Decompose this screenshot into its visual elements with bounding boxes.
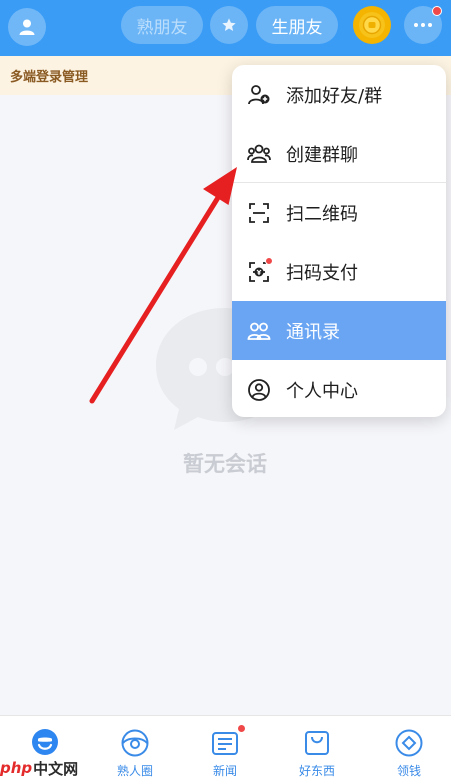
menu-item-label: 添加好友/群 (286, 85, 383, 107)
star-button[interactable] (210, 6, 248, 44)
tab-stranger-friends[interactable]: 生朋友 (256, 6, 338, 44)
menu-item-label: 扫码支付 (286, 262, 358, 284)
avatar-button[interactable] (8, 8, 46, 46)
menu-item-profile[interactable]: 个人中心 (232, 360, 446, 417)
nav-label: 新闻 (212, 764, 237, 778)
coin-button[interactable] (353, 6, 391, 44)
nav-item-money[interactable]: 领钱 (364, 716, 451, 778)
nav-item-moments[interactable]: 熟人圈 (90, 716, 180, 778)
tab-stranger-label: 生朋友 (271, 17, 323, 38)
popup-menu: 添加好友/群 创建群聊 扫二维码 扫码支付 通讯录 个人中心 (232, 65, 446, 417)
group-icon (247, 142, 271, 166)
menu-item-scan-qr[interactable]: 扫二维码 (232, 183, 446, 242)
scan-pay-badge (265, 256, 273, 265)
news-icon (210, 724, 246, 758)
menu-item-label: 创建群聊 (286, 144, 358, 166)
chat-icon (30, 728, 60, 758)
menu-item-create-group[interactable]: 创建群聊 (232, 124, 446, 183)
contacts-icon (247, 319, 271, 343)
add-user-icon (247, 83, 271, 107)
menu-item-contacts[interactable]: 通讯录 (232, 301, 446, 360)
top-bar: 熟朋友 生朋友 (0, 0, 451, 56)
menu-item-scan-pay[interactable]: 扫码支付 (232, 242, 446, 301)
notification-dot (432, 6, 442, 16)
more-dots-icon (414, 23, 432, 27)
news-badge (237, 724, 246, 733)
user-icon (19, 19, 35, 35)
scan-icon (247, 201, 271, 225)
menu-item-label: 个人中心 (286, 380, 358, 402)
banner-text: 多端登录管理 (10, 70, 89, 85)
nav-item-news[interactable]: 新闻 (180, 716, 270, 778)
nav-item-goods[interactable]: 好东西 (272, 716, 362, 778)
nav-label: 好东西 (298, 764, 335, 778)
scan-pay-icon (247, 256, 273, 284)
empty-state-text: 暂无会话 (183, 452, 267, 476)
profile-icon (247, 378, 271, 402)
nav-label: 领钱 (396, 764, 421, 778)
tab-known-friends[interactable]: 熟朋友 (121, 6, 203, 44)
watermark-site: 中文网 (33, 759, 79, 778)
site-watermark: php 中文网 (0, 758, 79, 778)
watermark-php: php (0, 759, 33, 777)
star-icon (222, 18, 236, 31)
shop-bag-icon (302, 728, 332, 758)
tab-known-label: 熟朋友 (136, 17, 188, 38)
coin-icon (359, 12, 385, 38)
menu-item-add-friend[interactable]: 添加好友/群 (232, 65, 446, 124)
money-icon (394, 728, 424, 758)
menu-item-label: 扫二维码 (286, 203, 358, 225)
menu-item-label: 通讯录 (286, 321, 340, 343)
nav-label: 熟人圈 (116, 764, 153, 778)
moments-icon (120, 728, 150, 758)
